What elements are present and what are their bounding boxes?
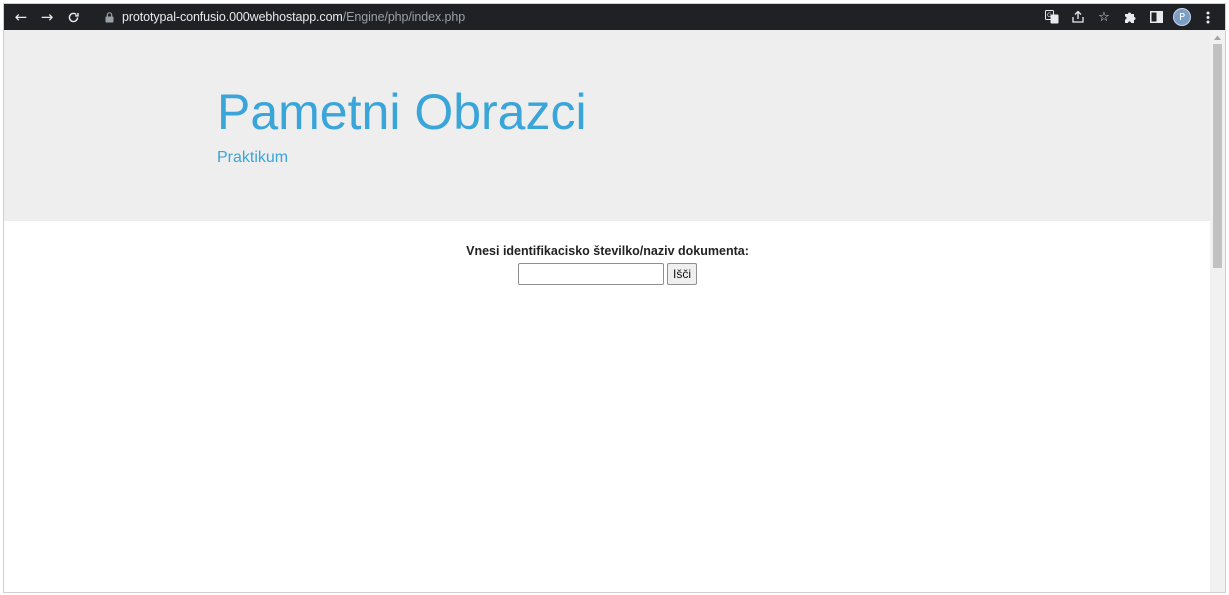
search-row: Išči — [4, 263, 1211, 285]
avatar: P — [1173, 8, 1191, 26]
toolbar-actions: G ☆ P — [1041, 4, 1219, 30]
scroll-up-arrow-icon[interactable] — [1210, 30, 1225, 44]
share-icon[interactable] — [1067, 6, 1089, 28]
url-host: prototypal-confusio.000webhostapp.com — [122, 10, 343, 24]
browser-window: ← → prototypal-confusio.000webhostapp.co… — [3, 3, 1226, 593]
search-label: Vnesi identifikacisko številko/naziv dok… — [466, 244, 749, 258]
site-header: Pametni Obrazci Praktikum — [4, 30, 1211, 221]
url-path: /Engine/php/index.php — [342, 10, 466, 24]
scrollbar-thumb[interactable] — [1213, 44, 1222, 268]
star-icon[interactable]: ☆ — [1093, 6, 1115, 28]
reload-icon[interactable] — [60, 4, 86, 30]
profile-avatar-button[interactable]: P — [1171, 6, 1193, 28]
site-subtitle: Praktikum — [217, 149, 289, 166]
url-text: prototypal-confusio.000webhostapp.com/En… — [122, 10, 465, 24]
kebab-menu-icon[interactable] — [1197, 6, 1219, 28]
search-input[interactable] — [518, 263, 664, 285]
forward-arrow-icon[interactable]: → — [34, 4, 60, 30]
svg-text:G: G — [1047, 12, 1052, 19]
page-content: Pametni Obrazci Praktikum Vnesi identifi… — [4, 30, 1211, 592]
side-panel-icon[interactable] — [1145, 6, 1167, 28]
search-button[interactable]: Išči — [667, 263, 697, 285]
search-form: Vnesi identifikacisko številko/naziv dok… — [4, 244, 1211, 285]
address-bar[interactable]: prototypal-confusio.000webhostapp.com/En… — [92, 6, 1112, 28]
site-title: Pametni Obrazci — [217, 84, 587, 140]
browser-toolbar: ← → prototypal-confusio.000webhostapp.co… — [4, 4, 1225, 30]
puzzle-icon[interactable] — [1119, 6, 1141, 28]
translate-icon[interactable]: G — [1041, 6, 1063, 28]
lock-icon[interactable] — [102, 11, 116, 23]
vertical-scrollbar[interactable] — [1210, 30, 1225, 592]
back-arrow-icon[interactable]: ← — [8, 4, 34, 30]
